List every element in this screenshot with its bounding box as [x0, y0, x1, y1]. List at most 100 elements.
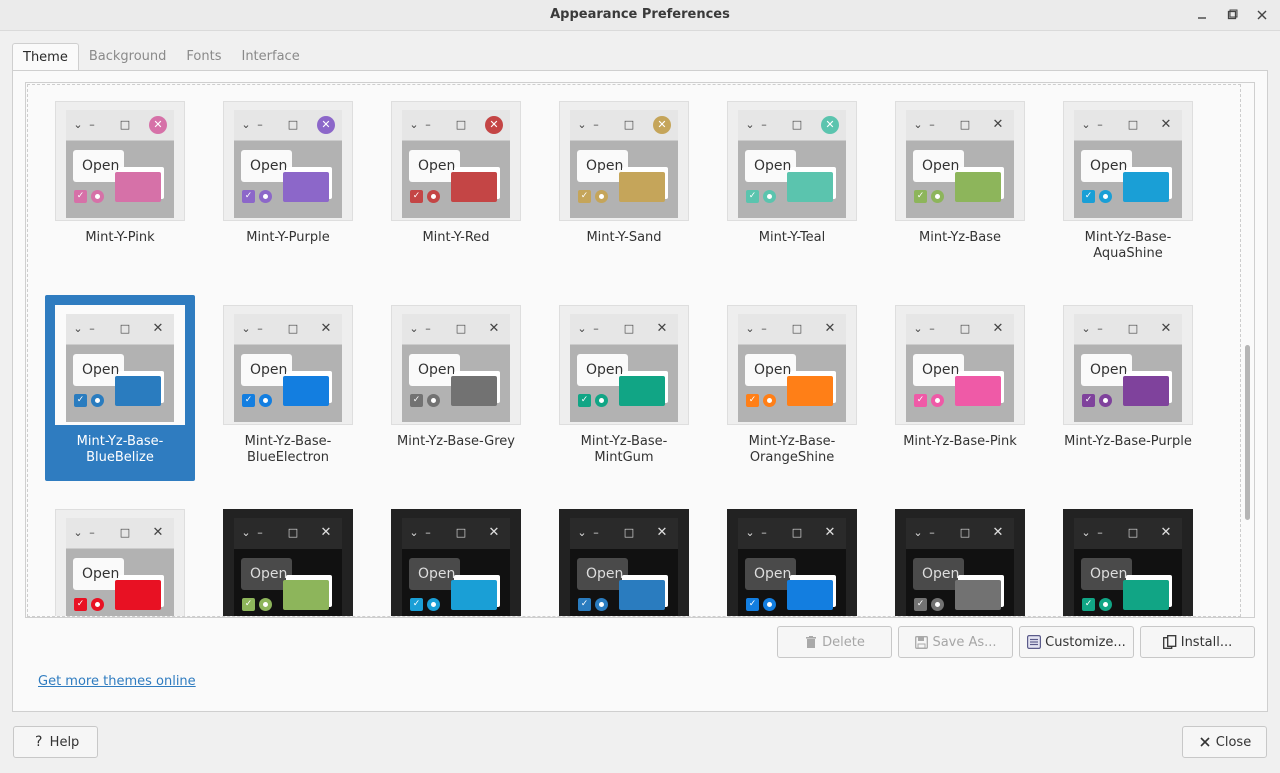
theme-preview: ⌄ – □ ✕ Open ✓: [391, 101, 521, 221]
folder-icon: [787, 172, 833, 202]
preview-window: ⌄ – □ ✕ Open ✓: [1074, 314, 1182, 422]
tab-interface[interactable]: Interface: [231, 43, 309, 71]
theme-item[interactable]: ⌄ – □ ✕ Open ✓ Mint-Yz-Base-MintGum: [549, 295, 699, 481]
gallery-scrollbar[interactable]: [1245, 345, 1250, 520]
checkbox-icon: ✓: [578, 598, 591, 611]
customize-button[interactable]: Customize...: [1019, 626, 1134, 658]
close-icon: ✕: [821, 116, 839, 134]
theme-item[interactable]: ⌄ – □ ✕ Open ✓ Mint-Y-Sand: [549, 91, 699, 277]
close-icon: ✕: [1160, 321, 1172, 336]
minimize-icon: –: [1097, 526, 1103, 539]
theme-preview: ⌄ – □ ✕ Open ✓: [895, 509, 1025, 616]
theme-item[interactable]: ⌄ – □ ✕ Open ✓ Mint-Yz-Base-BlueBelize: [45, 295, 195, 481]
maximize-icon: □: [623, 118, 635, 131]
minimize-icon: –: [1097, 322, 1103, 335]
minimize-icon: –: [257, 118, 263, 131]
minimize-icon: –: [89, 118, 95, 131]
maximize-icon: □: [287, 118, 299, 131]
theme-item[interactable]: ⌄ – □ ✕ Open ✓ Mint-Y-Purple: [213, 91, 363, 277]
theme-name: Mint-Yz-Base-BlueElectron: [244, 434, 332, 465]
theme-item[interactable]: ⌄ – □ ✕ Open ✓: [717, 499, 867, 616]
theme-item[interactable]: ⌄ – □ ✕ Open ✓ Mint-Yz-Base-AquaShine: [1053, 91, 1203, 277]
minimize-icon: –: [257, 526, 263, 539]
theme-item[interactable]: ⌄ – □ ✕ Open ✓ Mint-Y-Teal: [717, 91, 867, 277]
theme-item[interactable]: ⌄ – □ ✕ Open ✓ Mint-Y-Pink: [45, 91, 195, 277]
theme-name: Mint-Y-Teal: [758, 230, 826, 245]
theme-grid: ⌄ – □ ✕ Open ✓ Mint-Y-Pink ⌄ – □ ✕ Open ✓ Mint-Y-Purp…: [27, 84, 1241, 617]
get-more-themes-link[interactable]: Get more themes online: [38, 674, 196, 689]
theme-name: Mint-Yz-Base-Pink: [903, 434, 1017, 449]
maximize-icon: □: [455, 526, 467, 539]
theme-item[interactable]: ⌄ – □ ✕ Open ✓ Mint-Yz-Base-OrangeShine: [717, 295, 867, 481]
preview-titlebar: ⌄ – □ ✕: [1074, 518, 1182, 549]
theme-item[interactable]: ⌄ – □ ✕ Open ✓ Mint-Yz-Base-Purple: [1053, 295, 1203, 481]
folder-icon: [1123, 580, 1169, 610]
install-button[interactable]: Install...: [1140, 626, 1255, 658]
preview-window: ⌄ – □ ✕ Open ✓: [234, 314, 342, 422]
maximize-icon: □: [287, 322, 299, 335]
folder-icon: [115, 376, 161, 406]
folder-icon: [955, 580, 1001, 610]
minimize-icon: –: [89, 322, 95, 335]
close-icon: ✕: [1160, 117, 1172, 132]
preview-titlebar: ⌄ – □ ✕: [234, 518, 342, 549]
tab-background[interactable]: Background: [79, 43, 177, 71]
folder-icon: [451, 376, 497, 406]
maximize-icon: □: [623, 526, 635, 539]
folder-icon: [283, 172, 329, 202]
theme-item[interactable]: ⌄ – □ ✕ Open ✓: [45, 499, 195, 616]
theme-item[interactable]: ⌄ – □ ✕ Open ✓: [1053, 499, 1203, 616]
theme-item[interactable]: ⌄ – □ ✕ Open ✓ Mint-Yz-Base-Grey: [381, 295, 531, 481]
theme-preview: ⌄ – □ ✕ Open ✓: [727, 509, 857, 616]
theme-preview: ⌄ – □ ✕ Open ✓: [55, 305, 185, 425]
close-icon: ✕: [152, 321, 164, 336]
theme-item[interactable]: ⌄ – □ ✕ Open ✓: [381, 499, 531, 616]
delete-button[interactable]: Delete: [777, 626, 892, 658]
theme-item[interactable]: ⌄ – □ ✕ Open ✓ Mint-Yz-Base-Pink: [885, 295, 1035, 481]
checkbox-icon: ✓: [914, 190, 927, 203]
tab-fonts[interactable]: Fonts: [176, 43, 231, 71]
save-as-button[interactable]: Save As...: [898, 626, 1013, 658]
minimize-icon: –: [593, 322, 599, 335]
close-icon: ✕: [488, 525, 500, 540]
maximize-icon: □: [1127, 118, 1139, 131]
minimize-icon: –: [257, 322, 263, 335]
theme-name: Mint-Yz-Base-Grey: [397, 434, 515, 449]
checkbox-icon: ✓: [242, 190, 255, 203]
minimize-icon: –: [761, 322, 767, 335]
maximize-icon: □: [959, 526, 971, 539]
theme-item[interactable]: ⌄ – □ ✕ Open ✓: [549, 499, 699, 616]
folder-icon: [115, 172, 161, 202]
preview-window: ⌄ – □ ✕ Open ✓: [570, 518, 678, 616]
checkbox-icon: ✓: [410, 394, 423, 407]
maximize-button[interactable]: [1221, 5, 1243, 25]
theme-item[interactable]: ⌄ – □ ✕ Open ✓ Mint-Y-Red: [381, 91, 531, 277]
checkbox-icon: ✓: [746, 190, 759, 203]
close-button[interactable]: Close: [1182, 726, 1267, 758]
tab-theme[interactable]: Theme: [12, 43, 79, 72]
close-icon: ✕: [992, 525, 1004, 540]
minimize-icon: –: [89, 526, 95, 539]
radio-icon: [763, 190, 776, 203]
preview-window: ⌄ – □ ✕ Open ✓: [738, 110, 846, 218]
help-button[interactable]: ? Help: [13, 726, 98, 758]
theme-item[interactable]: ⌄ – □ ✕ Open ✓ Mint-Yz-Base-BlueElectron: [213, 295, 363, 481]
theme-gallery[interactable]: ⌄ – □ ✕ Open ✓ Mint-Y-Pink ⌄ – □ ✕ Open ✓ Mint-Y-Purp…: [25, 82, 1255, 618]
preview-window: ⌄ – □ ✕ Open ✓: [66, 314, 174, 422]
title-bar: Appearance Preferences: [0, 0, 1280, 31]
radio-icon: [259, 394, 272, 407]
theme-item[interactable]: ⌄ – □ ✕ Open ✓: [213, 499, 363, 616]
theme-item[interactable]: ⌄ – □ ✕ Open ✓: [885, 499, 1035, 616]
theme-item[interactable]: ⌄ – □ ✕ Open ✓ Mint-Yz-Base: [885, 91, 1035, 277]
preview-titlebar: ⌄ – □ ✕: [234, 110, 342, 141]
close-icon: ✕: [824, 321, 836, 336]
minimize-button[interactable]: [1191, 5, 1213, 25]
checkbox-icon: ✓: [1082, 190, 1095, 203]
close-window-button[interactable]: [1251, 5, 1273, 25]
preview-window: ⌄ – □ ✕ Open ✓: [738, 518, 846, 616]
checkbox-icon: ✓: [242, 598, 255, 611]
preview-window: ⌄ – □ ✕ Open ✓: [402, 110, 510, 218]
radio-icon: [763, 394, 776, 407]
theme-name: Mint-Yz-Base-OrangeShine: [748, 434, 836, 465]
preview-titlebar: ⌄ – □ ✕: [1074, 314, 1182, 345]
